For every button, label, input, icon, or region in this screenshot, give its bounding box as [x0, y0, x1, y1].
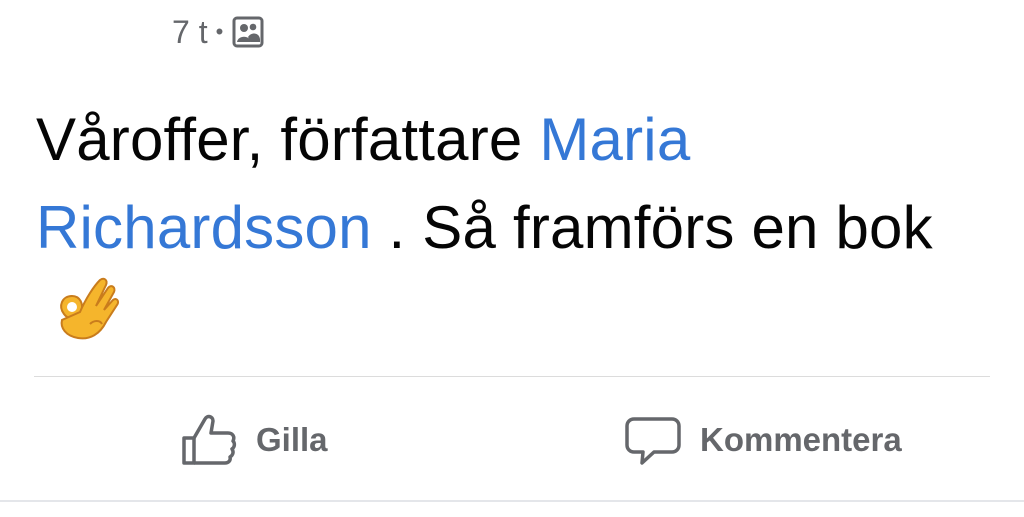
post-time[interactable]: 7 t: [172, 14, 208, 51]
post-divider: [34, 376, 990, 377]
post-meta: 7 t •: [172, 12, 265, 52]
post-text-rest: . Så framförs en bok: [371, 194, 933, 261]
like-label: Gilla: [256, 421, 328, 458]
thumbs-up-icon: [180, 411, 238, 469]
post-text: Våroffer, författare Maria Richardsson .…: [36, 96, 996, 360]
meta-separator: •: [215, 19, 224, 44]
ok-hand-icon: [50, 276, 122, 346]
comment-icon: [624, 411, 682, 469]
audience-icon[interactable]: [231, 15, 265, 49]
like-button[interactable]: Gilla: [180, 408, 328, 472]
comment-label: Kommentera: [700, 421, 902, 458]
comment-button[interactable]: Kommentera: [624, 408, 902, 472]
post-text-intro: Våroffer, författare: [36, 106, 540, 173]
bottom-divider: [0, 500, 1024, 502]
